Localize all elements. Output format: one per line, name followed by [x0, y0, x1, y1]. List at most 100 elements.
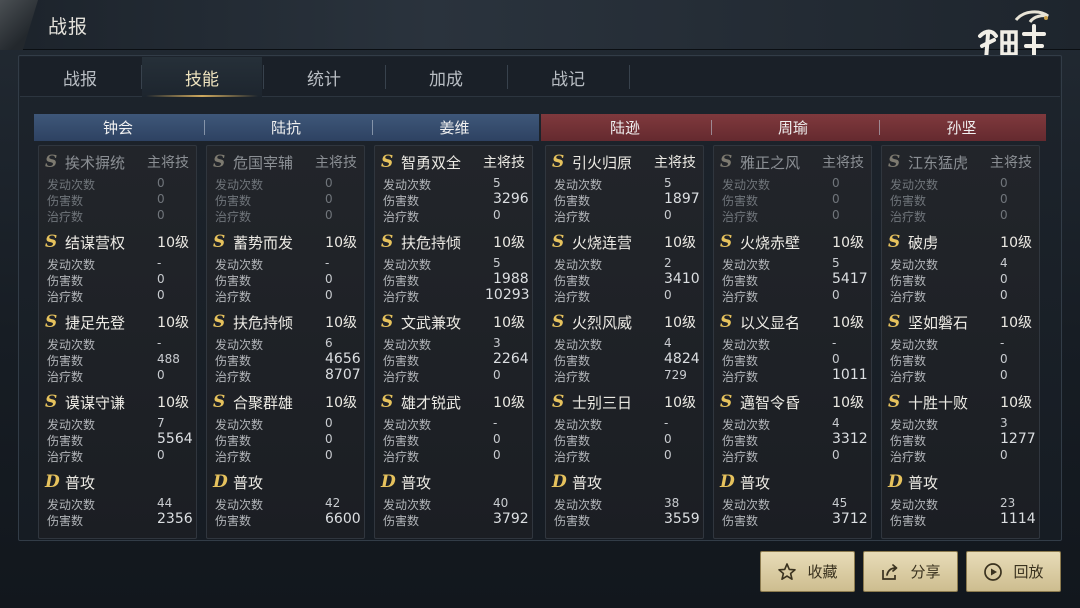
skill-header: D 普攻: [888, 470, 1036, 494]
skill-header: S 江东猛虎 主将技: [888, 150, 1036, 174]
skill-column-luxun: S 引火归原 主将技 发动次数 5 伤害数 1897 治疗数 0 S 火烧连营 10级 发动次数 2 伤害数…: [545, 145, 704, 539]
stat-trigger-count: 发动次数 -: [47, 336, 191, 352]
stat-label: 发动次数: [722, 498, 771, 512]
favorite-button[interactable]: 收藏: [760, 551, 855, 592]
stat-label: 治疗数: [383, 290, 420, 304]
stat-value: 0: [1000, 368, 1008, 382]
stat-damage: 伤害数 2356: [47, 511, 193, 528]
skill-entry[interactable]: S 智勇双全 主将技 发动次数 5 伤害数 3296 治疗数 0: [375, 148, 532, 228]
skill-column-zhonghui: S 挨术摒统 主将技 发动次数 0 伤害数 0 治疗数 0 S 结谋营权 10级 发动次数 - 伤害数 0 治疗…: [38, 145, 197, 539]
stat-label: 伤害数: [722, 514, 759, 528]
stat-heal: 治疗数 0: [215, 288, 359, 304]
skill-entry[interactable]: D 普攻 发动次数 44 伤害数 2356: [39, 468, 196, 548]
stat-value: 5417: [832, 271, 868, 287]
skill-entry[interactable]: S 火烈风威 10级 发动次数 4 伤害数 4824 治疗数 729: [546, 308, 703, 388]
skill-entry[interactable]: S 结谋营权 10级 发动次数 - 伤害数 0 治疗数 0: [39, 228, 196, 308]
stat-label: 治疗数: [890, 210, 927, 224]
corner-emblem: [0, 0, 38, 50]
stat-label: 发动次数: [47, 418, 96, 432]
stat-label: 伤害数: [383, 354, 420, 368]
skill-entry[interactable]: D 普攻 发动次数 42 伤害数 6600: [207, 468, 364, 548]
skill-entry[interactable]: S 扶危持倾 10级 发动次数 5 伤害数 1988 治疗数 10293: [375, 228, 532, 308]
skill-entry[interactable]: S 挨术摒统 主将技 发动次数 0 伤害数 0 治疗数 0: [39, 148, 196, 228]
skill-entry[interactable]: S 合聚群雄 10级 发动次数 0 伤害数 0 治疗数 0: [207, 388, 364, 468]
stat-label: 治疗数: [47, 290, 84, 304]
stat-heal: 治疗数 0: [890, 368, 1034, 384]
stat-label: 治疗数: [215, 450, 252, 464]
skill-name: 文武兼攻: [401, 313, 462, 332]
stat-label: 发动次数: [47, 178, 96, 192]
skill-entry[interactable]: S 文武兼攻 10级 发动次数 3 伤害数 2264 治疗数 0: [375, 308, 532, 388]
stat-heal: 治疗数 0: [554, 208, 698, 224]
skill-entry[interactable]: D 普攻 发动次数 45 伤害数 3712: [714, 468, 871, 548]
skill-header: S 破虏 10级: [888, 230, 1036, 254]
skill-entry[interactable]: S 江东猛虎 主将技 发动次数 0 伤害数 0 治疗数 0: [882, 148, 1039, 228]
skill-entry[interactable]: S 十胜十败 10级 发动次数 3 伤害数 1277 治疗数 0: [882, 388, 1039, 468]
skill-grade-badge: D: [213, 472, 228, 492]
stat-label: 发动次数: [722, 178, 771, 192]
stat-value: 0: [325, 208, 333, 222]
skill-entry[interactable]: S 雄才锐武 10级 发动次数 - 伤害数 0 治疗数 0: [375, 388, 532, 468]
stat-trigger-count: 发动次数 3: [383, 336, 527, 352]
stat-value: 5: [493, 176, 501, 190]
stat-value: 0: [1000, 448, 1008, 462]
stat-label: 治疗数: [215, 290, 252, 304]
skill-header: S 结谋营权 10级: [45, 230, 193, 254]
tab-bonus[interactable]: 加成: [386, 57, 506, 97]
skill-entry[interactable]: S 引火归原 主将技 发动次数 5 伤害数 1897 治疗数 0: [546, 148, 703, 228]
skill-name: 士别三日: [572, 393, 633, 412]
stat-heal: 治疗数 0: [722, 208, 866, 224]
skill-entry[interactable]: S 破虏 10级 发动次数 4 伤害数 0 治疗数 0: [882, 228, 1039, 308]
skill-entry[interactable]: D 普攻 发动次数 40 伤害数 3792: [375, 468, 532, 548]
skill-entry[interactable]: S 以义显名 10级 发动次数 - 伤害数 0 治疗数 1011: [714, 308, 871, 388]
skill-header: S 火烈风威 10级: [552, 310, 700, 334]
skill-entry[interactable]: S 危国宰辅 主将技 发动次数 0 伤害数 0 治疗数 0: [207, 148, 364, 228]
skill-entry[interactable]: S 火烧连营 10级 发动次数 2 伤害数 3410 治疗数 0: [546, 228, 703, 308]
skill-name: 普攻: [233, 473, 264, 492]
skill-entry[interactable]: D 普攻 发动次数 23 伤害数 1114: [882, 468, 1039, 548]
share-button[interactable]: 分享: [863, 551, 958, 592]
skill-entry[interactable]: S 火烧赤壁 10级 发动次数 5 伤害数 5417 治疗数 0: [714, 228, 871, 308]
general-name-lukang: 陆抗: [270, 119, 301, 137]
stat-label: 发动次数: [383, 498, 432, 512]
stat-heal: 治疗数 0: [47, 288, 191, 304]
tab-statistics[interactable]: 统计: [264, 57, 384, 97]
skill-level: 10级: [493, 395, 525, 411]
stat-damage: 伤害数 0: [890, 352, 1034, 368]
stat-label: 伤害数: [47, 514, 84, 528]
stat-trigger-count: 发动次数 4: [890, 256, 1034, 272]
stat-label: 伤害数: [47, 354, 84, 368]
stat-trigger-count: 发动次数 42: [215, 496, 359, 512]
stat-label: 伤害数: [890, 354, 927, 368]
skill-level: 10级: [664, 235, 696, 251]
stat-damage: 伤害数 1897: [554, 191, 700, 208]
tab-battle-report[interactable]: 战报: [20, 57, 140, 97]
replay-label: 回放: [1013, 563, 1044, 581]
tab-skills[interactable]: 技能: [142, 57, 262, 97]
skill-level: 10级: [325, 315, 357, 331]
stat-label: 伤害数: [722, 354, 759, 368]
skill-entry[interactable]: S 扶危持倾 10级 发动次数 6 伤害数 4656 治疗数 8707: [207, 308, 364, 388]
tab-battle-record[interactable]: 战记: [508, 57, 628, 97]
skill-header: S 蓄势而发 10级: [213, 230, 361, 254]
skill-entry[interactable]: S 谟谋守谦 10级 发动次数 7 伤害数 5564 治疗数 0: [39, 388, 196, 468]
skill-entry[interactable]: S 士别三日 10级 发动次数 - 伤害数 0 治疗数 0: [546, 388, 703, 468]
skill-entry[interactable]: S 蓄势而发 10级 发动次数 - 伤害数 0 治疗数 0: [207, 228, 364, 308]
stat-damage: 伤害数 0: [890, 272, 1034, 288]
stat-label: 发动次数: [383, 178, 432, 192]
stat-label: 发动次数: [890, 498, 939, 512]
skill-entry[interactable]: S 坚如磐石 10级 发动次数 - 伤害数 0 治疗数 0: [882, 308, 1039, 388]
skill-name: 坚如磐石: [908, 313, 969, 332]
skill-entry[interactable]: S 邁智令昏 10级 发动次数 4 伤害数 3312 治疗数 0: [714, 388, 871, 468]
skill-level: 10级: [832, 395, 864, 411]
replay-button[interactable]: 回放: [966, 551, 1061, 592]
stat-label: 治疗数: [215, 370, 252, 384]
skill-name: 捷足先登: [65, 313, 126, 332]
stat-value: 3792: [493, 511, 529, 527]
skill-entry[interactable]: D 普攻 发动次数 38 伤害数 3559: [546, 468, 703, 548]
stat-label: 治疗数: [554, 210, 591, 224]
stat-value: 0: [325, 272, 333, 286]
skill-entry[interactable]: S 雅正之风 主将技 发动次数 0 伤害数 0 治疗数 0: [714, 148, 871, 228]
skill-entry[interactable]: S 捷足先登 10级 发动次数 - 伤害数 488 治疗数 0: [39, 308, 196, 388]
skill-grade-badge: S: [720, 152, 733, 172]
